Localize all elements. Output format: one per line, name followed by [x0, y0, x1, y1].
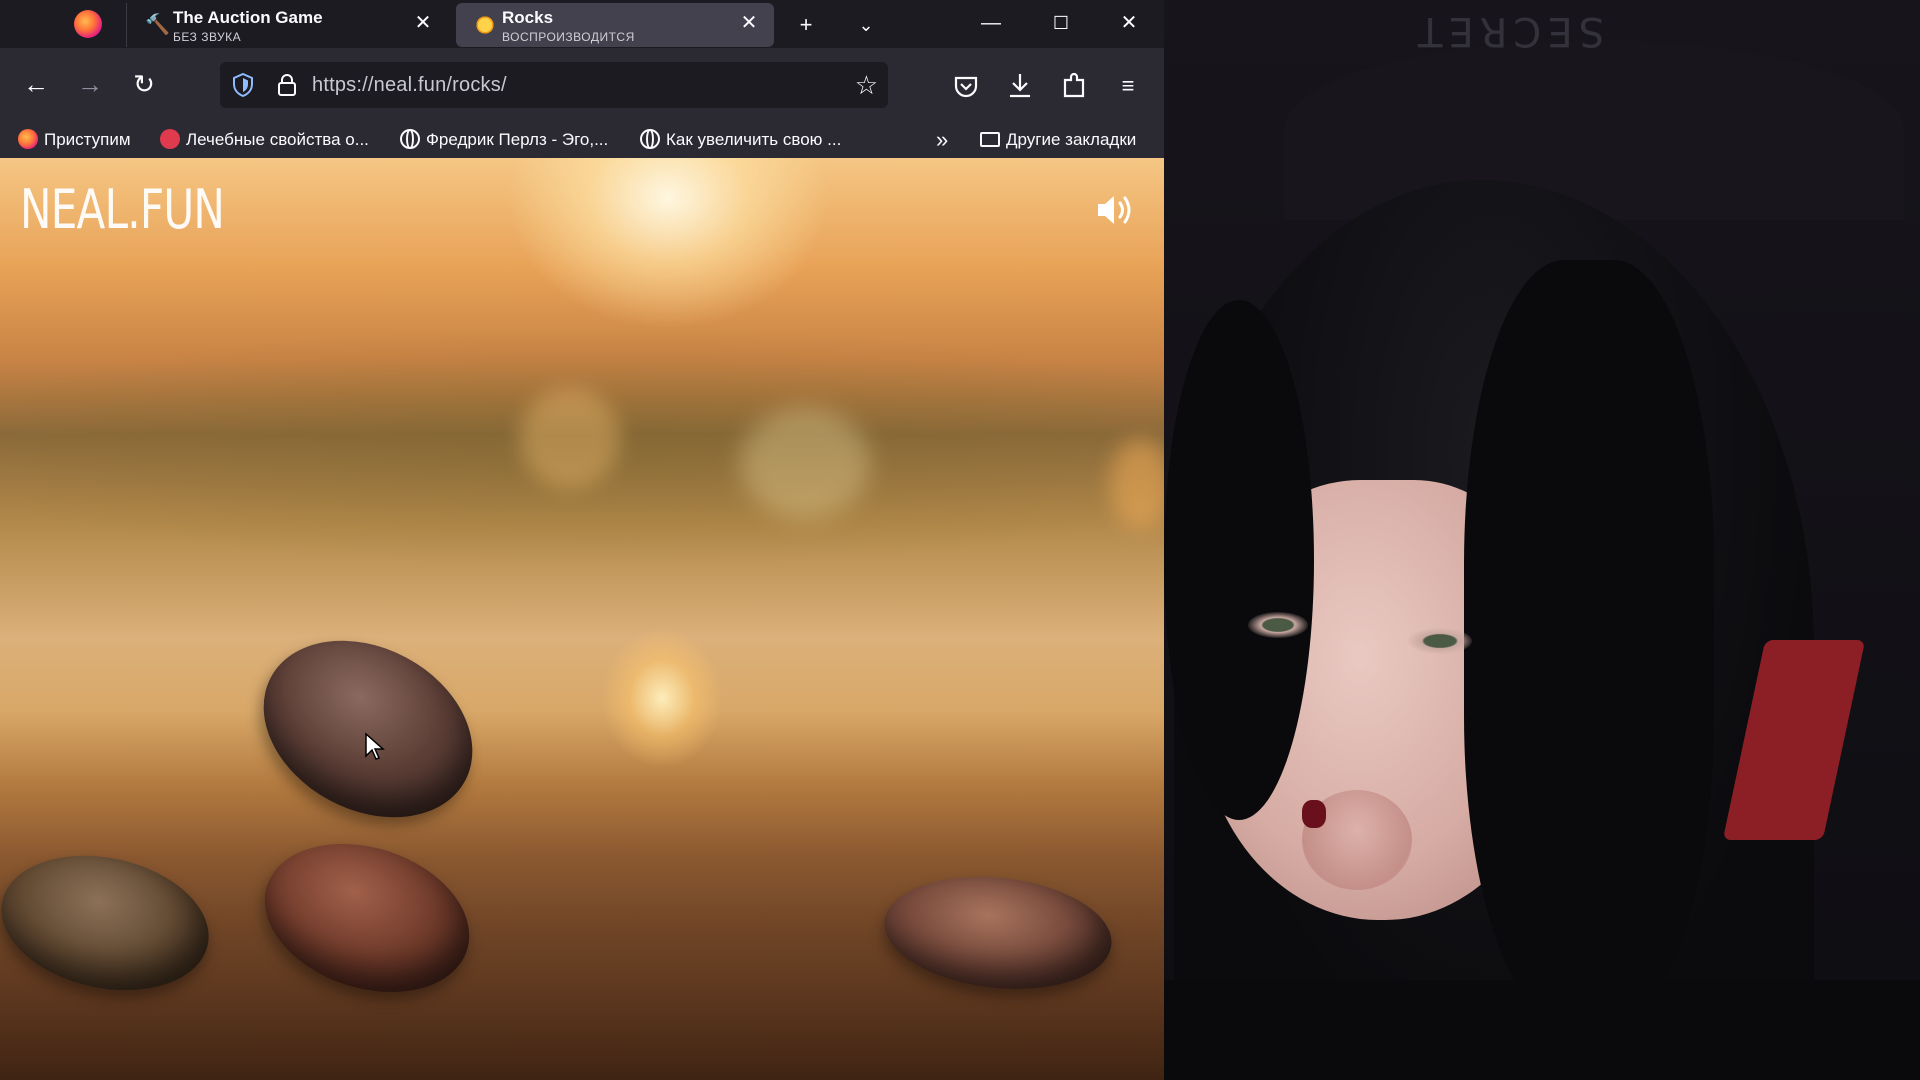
red-flower-icon — [160, 129, 180, 149]
bookmarks-overflow-chevron-icon[interactable]: » — [936, 128, 948, 152]
rock[interactable] — [878, 866, 1118, 1000]
bookmark-item[interactable]: Лечебные свойства о... — [160, 128, 369, 152]
person-hair — [1164, 300, 1314, 820]
person-hair — [1464, 260, 1714, 1020]
lock-icon[interactable] — [274, 72, 300, 98]
tab-audio-status: БЕЗ ЗВУКА — [173, 30, 242, 44]
mouse-pointer-icon — [365, 732, 385, 760]
gavel-icon: 🔨 — [145, 14, 170, 36]
extensions-puzzle-icon[interactable] — [1056, 68, 1092, 104]
person-eye — [1248, 612, 1308, 638]
bookmark-label: Как увеличить свою ... — [666, 130, 842, 149]
other-bookmarks-label: Другие закладки — [1006, 130, 1137, 149]
firefox-menu-icon[interactable] — [74, 10, 102, 38]
download-icon[interactable] — [1002, 68, 1038, 104]
speaker-volume-icon[interactable] — [1092, 188, 1136, 232]
bookmark-item[interactable]: Приступим — [18, 128, 131, 152]
minimize-icon[interactable]: — — [966, 6, 1016, 40]
pocket-icon[interactable] — [948, 68, 984, 104]
rock[interactable] — [0, 837, 222, 1009]
gaming-chair — [1284, 40, 1904, 220]
bookmark-item[interactable]: Как увеличить свою ... — [640, 128, 841, 152]
bokeh-light — [520, 388, 620, 488]
rock[interactable] — [232, 605, 504, 853]
list-tabs-chevron-down-icon[interactable]: ⌄ — [846, 8, 886, 42]
tab-title: The Auction Game — [173, 8, 323, 27]
bookmark-label: Приступим — [44, 130, 131, 149]
bookmark-item[interactable]: Фредрик Перлз - Эго,... — [400, 128, 608, 152]
person-shoulders — [1164, 980, 1920, 1080]
tab-rocks[interactable]: Rocks ВОСПРОИЗВОДИТСЯ ✕ — [456, 3, 774, 47]
tab-strip: 🔨 The Auction Game БЕЗ ЗВУКА ✕ Rocks ВОС… — [0, 0, 1164, 48]
chair-brand-logo: SECRET — [1412, 8, 1605, 54]
rocks-page-content[interactable]: NEAL.FUN — [0, 158, 1164, 1080]
bookmark-star-icon[interactable]: ☆ — [855, 70, 878, 100]
new-tab-plus-icon[interactable]: + — [786, 8, 826, 42]
neal-fun-logo[interactable]: NEAL.FUN — [20, 178, 225, 241]
tab-title: Rocks — [502, 8, 554, 27]
globe-icon — [400, 129, 420, 149]
bookmarks-toolbar: Приступим Лечебные свойства о... Фредрик… — [0, 122, 1164, 158]
close-window-icon[interactable]: ✕ — [1104, 6, 1154, 40]
close-tab-icon[interactable]: ✕ — [412, 12, 434, 34]
url-input[interactable]: https://neal.fun/rocks/ — [312, 74, 507, 97]
maximize-icon[interactable]: ☐ — [1036, 6, 1086, 40]
bookmark-label: Лечебные свойства о... — [186, 130, 369, 149]
forward-arrow-icon[interactable]: → — [70, 64, 110, 104]
person-eye — [1408, 628, 1472, 654]
back-arrow-icon[interactable]: ← — [16, 64, 56, 104]
globe-icon — [640, 129, 660, 149]
navigation-toolbar: ← → ↻ https://neal.fun/rocks/ ☆ ≡ — [0, 48, 1164, 122]
folder-icon — [980, 132, 1000, 147]
firefox-icon — [18, 129, 38, 149]
bookmark-label: Фредрик Перлз - Эго,... — [426, 130, 609, 149]
other-bookmarks-folder[interactable]: Другие закладки — [980, 128, 1136, 152]
tab-auction-game[interactable]: 🔨 The Auction Game БЕЗ ЗВУКА ✕ — [126, 3, 448, 47]
reload-icon[interactable]: ↻ — [124, 64, 164, 104]
close-tab-icon[interactable]: ✕ — [738, 12, 760, 34]
sun-icon — [474, 14, 496, 36]
bokeh-light — [1110, 438, 1164, 528]
tab-audio-status: ВОСПРОИЗВОДИТСЯ — [502, 30, 635, 44]
browser-window: 🔨 The Auction Game БЕЗ ЗВУКА ✕ Rocks ВОС… — [0, 0, 1164, 1080]
rock[interactable] — [245, 818, 489, 1018]
hamburger-menu-icon[interactable]: ≡ — [1110, 68, 1146, 104]
bokeh-light — [740, 408, 870, 518]
fingernail — [1302, 800, 1326, 828]
tracking-shield-icon[interactable] — [230, 72, 256, 98]
address-bar[interactable]: https://neal.fun/rocks/ ☆ — [220, 62, 888, 108]
webcam-overlay: SECRET — [1164, 0, 1920, 1080]
